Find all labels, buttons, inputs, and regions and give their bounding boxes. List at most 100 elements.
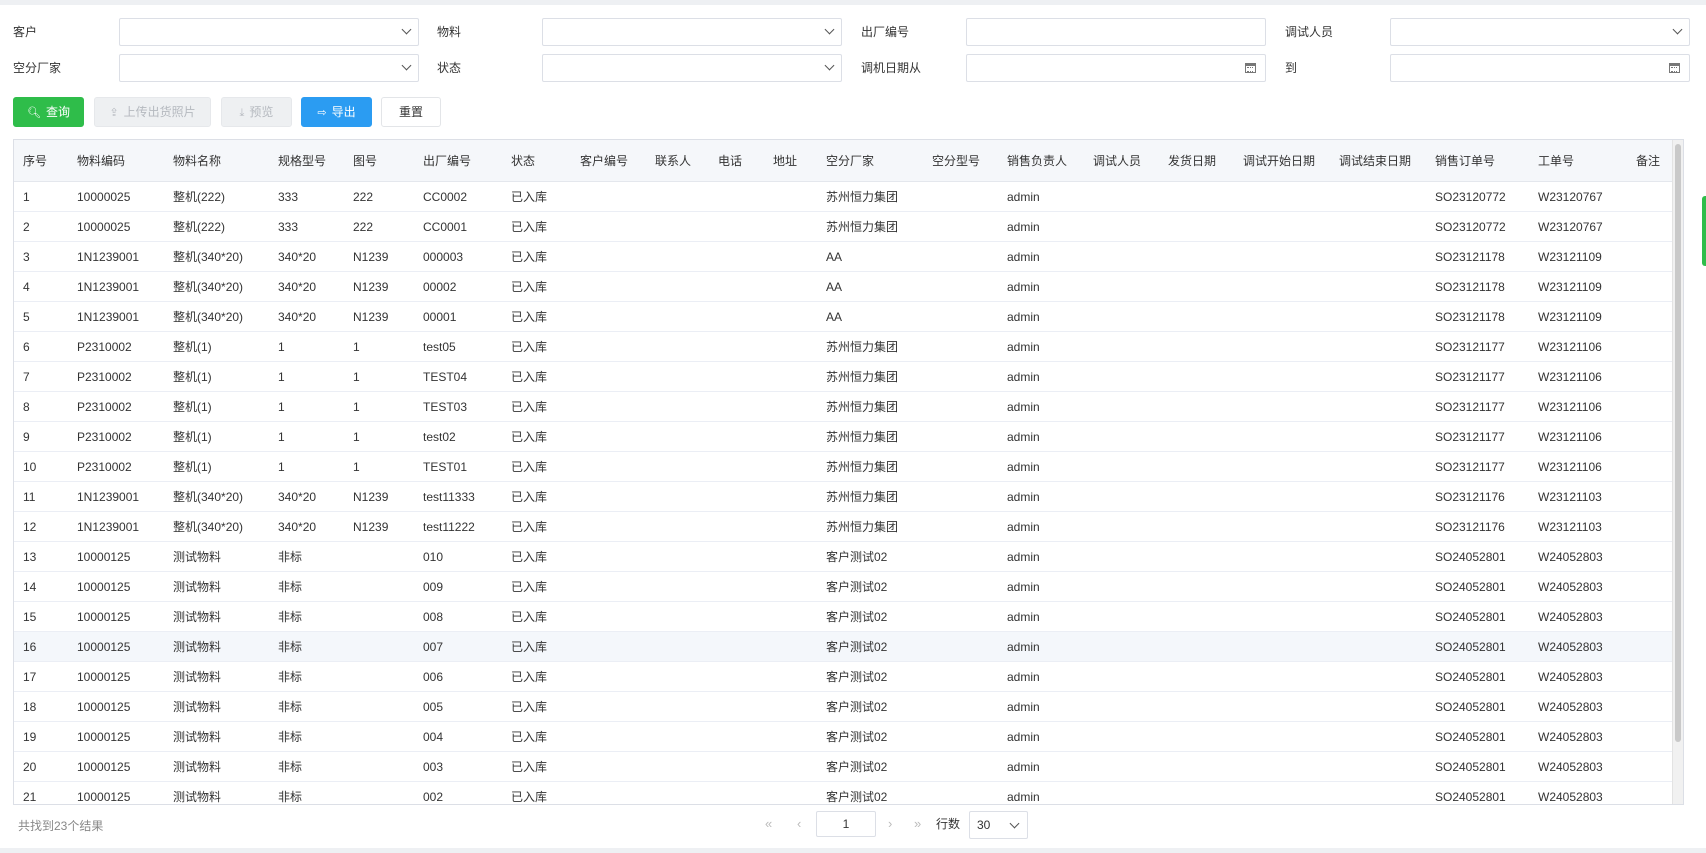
- table-row[interactable]: 5 1N1239001 整机(340*20) 340*20 N1239 00001 已入库 A…: [14, 301, 1683, 332]
- table-cell: 已入库: [502, 391, 571, 422]
- table-row[interactable]: 18 10000125 测试物料 非标 005 已入库 客户测试02 admin SO24052…: [14, 691, 1683, 722]
- table-cell: 005: [414, 691, 502, 722]
- table-cell: 苏州恒力集团: [817, 481, 923, 512]
- table-row[interactable]: 6 P2310002 整机(1) 1 1 test05 已入库 苏州恒力集团 admin SO23…: [14, 331, 1683, 362]
- column-header[interactable]: 物料编码: [68, 140, 164, 182]
- serial-input[interactable]: [966, 18, 1266, 46]
- column-header[interactable]: 工单号: [1529, 140, 1627, 182]
- search-icon: 🔍︎: [27, 107, 41, 119]
- table-cell: [1159, 361, 1234, 392]
- table-cell: 测试物料: [164, 691, 269, 722]
- air-factory-select[interactable]: [119, 54, 419, 82]
- prev-page-icon[interactable]: ‹: [797, 811, 801, 837]
- table-cell: TEST03: [414, 391, 502, 422]
- table-cell: admin: [998, 301, 1084, 332]
- column-header[interactable]: 序号: [14, 140, 68, 182]
- next-page-icon[interactable]: ›: [888, 811, 892, 837]
- table-cell: [571, 331, 646, 362]
- customer-select[interactable]: [119, 18, 419, 46]
- table-row[interactable]: 16 10000125 测试物料 非标 007 已入库 客户测试02 admin SO24052…: [14, 631, 1683, 662]
- calendar-icon[interactable]: [1245, 63, 1256, 73]
- table-row[interactable]: 17 10000125 测试物料 非标 006 已入库 客户测试02 admin SO24052…: [14, 661, 1683, 692]
- table-cell: admin: [998, 661, 1084, 692]
- table-cell: 整机(1): [164, 421, 269, 452]
- column-header[interactable]: 调试人员: [1084, 140, 1159, 182]
- column-header[interactable]: 调试开始日期: [1234, 140, 1330, 182]
- table-cell: [646, 421, 709, 452]
- table-cell: 7: [14, 361, 68, 392]
- query-button[interactable]: 🔍︎ 查询: [13, 97, 84, 127]
- table-cell: 004: [414, 721, 502, 752]
- column-header[interactable]: 物料名称: [164, 140, 269, 182]
- column-header[interactable]: 发货日期: [1159, 140, 1234, 182]
- rows-per-page-select[interactable]: 30: [969, 811, 1028, 839]
- table-row[interactable]: 4 1N1239001 整机(340*20) 340*20 N1239 00002 已入库 A…: [14, 271, 1683, 302]
- calendar-icon[interactable]: [1669, 63, 1680, 73]
- table-row[interactable]: 15 10000125 测试物料 非标 008 已入库 客户测试02 admin SO24052…: [14, 601, 1683, 632]
- table-row[interactable]: 12 1N1239001 整机(340*20) 340*20 N1239 test1122…: [14, 511, 1683, 542]
- table-cell: W24052803: [1529, 571, 1627, 602]
- table-row[interactable]: 9 P2310002 整机(1) 1 1 test02 已入库 苏州恒力集团 admin SO23…: [14, 421, 1683, 452]
- table-cell: admin: [998, 781, 1084, 804]
- table-cell: [923, 271, 998, 302]
- table-cell: [1084, 391, 1159, 422]
- table-row[interactable]: 21 10000125 测试物料 非标 002 已入库 客户测试02 admin SO24052…: [14, 781, 1683, 804]
- column-header[interactable]: 调试结束日期: [1330, 140, 1426, 182]
- debug-date-from-input[interactable]: [966, 54, 1266, 82]
- table-cell: [1084, 421, 1159, 452]
- first-page-icon[interactable]: «: [765, 811, 772, 837]
- vertical-scrollbar[interactable]: [1672, 140, 1683, 804]
- table-row[interactable]: 20 10000125 测试物料 非标 003 已入库 客户测试02 admin SO24052…: [14, 751, 1683, 782]
- table-row[interactable]: 19 10000125 测试物料 非标 004 已入库 客户测试02 admin SO24052…: [14, 721, 1683, 752]
- column-header[interactable]: 销售负责人: [998, 140, 1084, 182]
- table-cell: W23121106: [1529, 331, 1627, 362]
- preview-button[interactable]: ⤓ 预览: [221, 97, 292, 127]
- table-cell: [1234, 211, 1330, 242]
- debugger-label: 调试人员: [1285, 25, 1334, 39]
- table-cell: admin: [998, 751, 1084, 782]
- page-number-input[interactable]: 1: [816, 811, 876, 837]
- table-row[interactable]: 13 10000125 测试物料 非标 010 已入库 客户测试02 admin SO24052…: [14, 541, 1683, 572]
- scrollbar-thumb[interactable]: [1675, 144, 1681, 742]
- column-header[interactable]: 销售订单号: [1426, 140, 1529, 182]
- chevron-down-icon: [1672, 24, 1683, 35]
- column-header[interactable]: 联系人: [646, 140, 709, 182]
- table-cell: W23121109: [1529, 301, 1627, 332]
- reset-button[interactable]: 重置: [381, 97, 441, 127]
- column-header[interactable]: 规格型号: [269, 140, 344, 182]
- column-header[interactable]: 图号: [344, 140, 414, 182]
- table-cell: [571, 691, 646, 722]
- column-header[interactable]: 出厂编号: [414, 140, 502, 182]
- debugger-select[interactable]: [1390, 18, 1690, 46]
- table-row[interactable]: 10 P2310002 整机(1) 1 1 TEST01 已入库 苏州恒力集团 admin SO2…: [14, 451, 1683, 482]
- last-page-icon[interactable]: »: [914, 811, 921, 837]
- column-header[interactable]: 空分厂家: [817, 140, 923, 182]
- side-tab[interactable]: [1702, 196, 1706, 266]
- table-row[interactable]: 7 P2310002 整机(1) 1 1 TEST04 已入库 苏州恒力集团 admin SO23…: [14, 361, 1683, 392]
- table-cell: 2: [14, 211, 68, 242]
- table-cell: [1084, 211, 1159, 242]
- table-row[interactable]: 8 P2310002 整机(1) 1 1 TEST03 已入库 苏州恒力集团 admin SO23…: [14, 391, 1683, 422]
- table-row[interactable]: 2 10000025 整机(222) 333 222 CC0001 已入库 苏州恒力集团 adm…: [14, 211, 1683, 242]
- column-header[interactable]: 状态: [502, 140, 571, 182]
- debug-date-to-input[interactable]: [1390, 54, 1690, 82]
- table-row[interactable]: 11 1N1239001 整机(340*20) 340*20 N1239 test1133…: [14, 481, 1683, 512]
- table-cell: 340*20: [269, 511, 344, 542]
- status-select[interactable]: [542, 54, 842, 82]
- column-header[interactable]: 客户编号: [571, 140, 646, 182]
- upload-photo-button[interactable]: ⇪ 上传出货照片: [94, 97, 211, 127]
- table-row[interactable]: 14 10000125 测试物料 非标 009 已入库 客户测试02 admin SO24052…: [14, 571, 1683, 602]
- material-select[interactable]: [542, 18, 842, 46]
- table-cell: [344, 721, 414, 752]
- table-row[interactable]: 3 1N1239001 整机(340*20) 340*20 N1239 000003 已入库…: [14, 241, 1683, 272]
- table-cell: 009: [414, 571, 502, 602]
- column-header[interactable]: 地址: [764, 140, 817, 182]
- table-cell: [1084, 691, 1159, 722]
- export-button[interactable]: ⇨ 导出: [301, 97, 372, 127]
- column-header[interactable]: 空分型号: [923, 140, 998, 182]
- table-cell: [1084, 331, 1159, 362]
- column-header[interactable]: 电话: [709, 140, 764, 182]
- table-row[interactable]: 1 10000025 整机(222) 333 222 CC0002 已入库 苏州恒力集团 adm…: [14, 181, 1683, 212]
- table-cell: [764, 361, 817, 392]
- table-cell: [571, 721, 646, 752]
